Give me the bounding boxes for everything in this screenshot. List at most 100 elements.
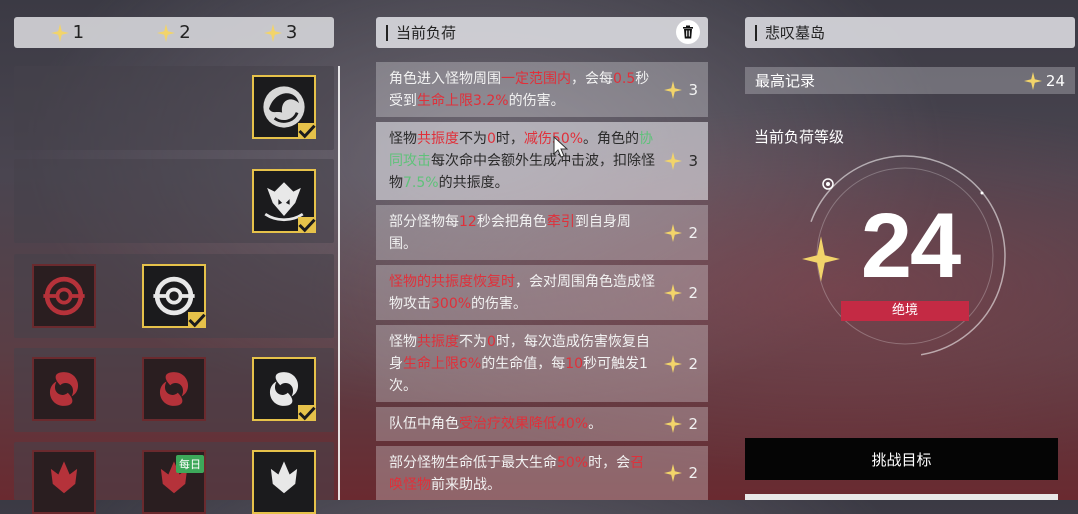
effect-item[interactable]: 角色进入怪物周围一定范围内，会每0.5秒受到生命上限3.2%的伤害。 3 [376, 62, 708, 117]
effect-description: 部分怪物每12秒会把角色牵引到自身周围。 [389, 211, 658, 255]
effect-cost: 2 [664, 353, 698, 375]
effect-cost: 3 [664, 79, 698, 101]
trash-icon [683, 25, 693, 39]
effect-text-segment: 牵引 [546, 214, 575, 230]
effect-text-segment: 的共振度。 [438, 175, 509, 191]
tier-1[interactable]: 1 [51, 22, 84, 43]
reticle-icon[interactable] [32, 264, 96, 328]
swirl-icon[interactable] [252, 357, 316, 421]
sparkle-icon [1024, 72, 1042, 90]
cursor-icon [553, 136, 569, 158]
level-sparkle-icon [802, 236, 840, 282]
load-level-value: 24 [860, 195, 961, 297]
tier-3[interactable]: 3 [264, 22, 297, 43]
effect-cost: 2 [664, 222, 698, 244]
tier-label: 1 [72, 22, 85, 43]
effect-cost: 3 [664, 150, 698, 172]
effect-cost-value: 3 [688, 152, 698, 170]
effect-text-segment: 时， [495, 131, 524, 147]
effect-item[interactable]: 怪物共振度不为0时，每次造成伤害恢复自身生命上限6%的生命值，每10秒可触发1次… [376, 325, 708, 402]
effect-text-segment: 部分怪物每 [389, 214, 459, 230]
effect-description: 队伍中角色受治疗效果降低40%。 [389, 413, 658, 435]
header-bar [755, 24, 757, 41]
load-panel-header: 当前负荷 [376, 17, 708, 48]
effect-text-segment: 的伤害。 [471, 296, 528, 312]
scrollbar[interactable] [338, 66, 340, 500]
header-bar [386, 24, 388, 41]
effect-text-segment: 一定范围内 [501, 71, 571, 87]
best-record: 最高记录 24 [745, 67, 1075, 94]
swirl-icon[interactable] [142, 357, 206, 421]
effect-cost-value: 3 [688, 80, 698, 99]
effect-text-segment: 怪物的共振度恢复时 [389, 274, 515, 290]
check-icon [298, 405, 316, 421]
effect-text-segment: 。角色的 [583, 131, 640, 147]
dragon-icon[interactable] [252, 75, 316, 139]
effect-text-segment: 受治疗效果降低40% [459, 416, 589, 432]
sparkle-icon [664, 355, 682, 373]
effect-text-segment: 7.5% [403, 175, 439, 191]
best-record-number: 24 [1045, 71, 1065, 90]
effect-item[interactable]: 部分怪物生命低于最大生命50%时，会召唤怪物前来助战。 2 [376, 446, 708, 500]
effect-item[interactable]: 部分怪物每12秒会把角色牵引到自身周围。 2 [376, 205, 708, 260]
effect-text-segment: 怪物 [389, 131, 417, 147]
effect-cost-value: 2 [688, 415, 698, 433]
effect-cost: 2 [664, 282, 698, 304]
effect-cost-value: 2 [688, 223, 698, 242]
sparkle-icon [264, 24, 282, 42]
effect-text-segment: 50% [557, 455, 589, 471]
effect-text-segment: 秒会把角色 [476, 214, 547, 230]
effect-text-segment: 前来助战。 [431, 477, 501, 493]
check-icon [188, 312, 206, 328]
effect-description: 角色进入怪物周围一定范围内，会每0.5秒受到生命上限3.2%的伤害。 [389, 68, 658, 112]
effect-text-segment: 0.5 [613, 71, 636, 87]
sparkle-icon [157, 24, 175, 42]
effect-text-segment: 生命上限6% [403, 356, 482, 372]
effect-cost-value: 2 [688, 464, 698, 482]
effect-text-segment: 角色进入怪物周围 [389, 71, 501, 87]
challenge-goals-button[interactable]: 挑战目标 [745, 438, 1058, 480]
effect-text-segment: 共振度 [417, 131, 459, 147]
sparkle-icon [664, 152, 682, 170]
swirl-icon[interactable] [32, 357, 96, 421]
flame-mask-icon[interactable] [252, 450, 316, 514]
tier-header: 1 2 3 [14, 17, 334, 48]
effect-text-segment: 部分怪物生命低于最大生命 [389, 455, 557, 471]
effect-text-segment: 不为 [459, 131, 487, 147]
check-icon [298, 123, 316, 139]
load-level-label: 当前负荷等级 [754, 128, 845, 146]
effect-cost: 2 [664, 413, 698, 435]
sparkle-icon [664, 464, 682, 482]
island-panel-title: 悲叹墓岛 [765, 24, 826, 42]
flame-mask-icon[interactable] [32, 450, 96, 514]
sparkle-icon [664, 81, 682, 99]
effect-text-segment: 0 [487, 334, 496, 350]
effect-cost: 2 [664, 462, 698, 484]
tier-label: 2 [179, 22, 191, 43]
sparkle-icon [664, 284, 682, 302]
effect-description: 部分怪物生命低于最大生命50%时，会召唤怪物前来助战。 [389, 452, 658, 496]
effect-text-segment: 队伍中角色 [389, 416, 459, 432]
effect-text-segment: 。 [588, 416, 603, 432]
effect-text-segment: 的伤害。 [508, 93, 565, 109]
effect-text-segment: 不为 [459, 334, 487, 350]
effect-text-segment: ，会每 [571, 71, 613, 87]
effect-text-segment: 怪物 [389, 334, 417, 350]
tier-2[interactable]: 2 [157, 22, 191, 43]
sparkle-icon [51, 24, 69, 42]
effect-description: 怪物共振度不为0时，减伤50%。角色的协同攻击每次命中会额外生成冲击波，扣除怪物… [389, 128, 658, 194]
trash-button[interactable] [676, 20, 700, 44]
difficulty-badge: 绝境 [841, 301, 969, 321]
effect-text-segment: 300% [431, 296, 472, 312]
bottom-strip [745, 494, 1058, 500]
effect-item[interactable]: 怪物的共振度恢复时，会对周围角色造成怪物攻击300%的伤害。 2 [376, 265, 708, 320]
best-record-label: 最高记录 [755, 72, 816, 90]
load-panel-title: 当前负荷 [396, 24, 457, 42]
effect-item[interactable]: 队伍中角色受治疗效果降低40%。 2 [376, 407, 708, 441]
reticle-icon[interactable] [142, 264, 206, 328]
best-record-value: 24 [1024, 71, 1065, 90]
effect-text-segment: 12 [459, 214, 477, 230]
island-panel-header: 悲叹墓岛 [745, 17, 1075, 48]
effect-item[interactable]: 怪物共振度不为0时，减伤50%。角色的协同攻击每次命中会额外生成冲击波，扣除怪物… [376, 122, 708, 200]
horned-mask-icon[interactable] [252, 169, 316, 233]
